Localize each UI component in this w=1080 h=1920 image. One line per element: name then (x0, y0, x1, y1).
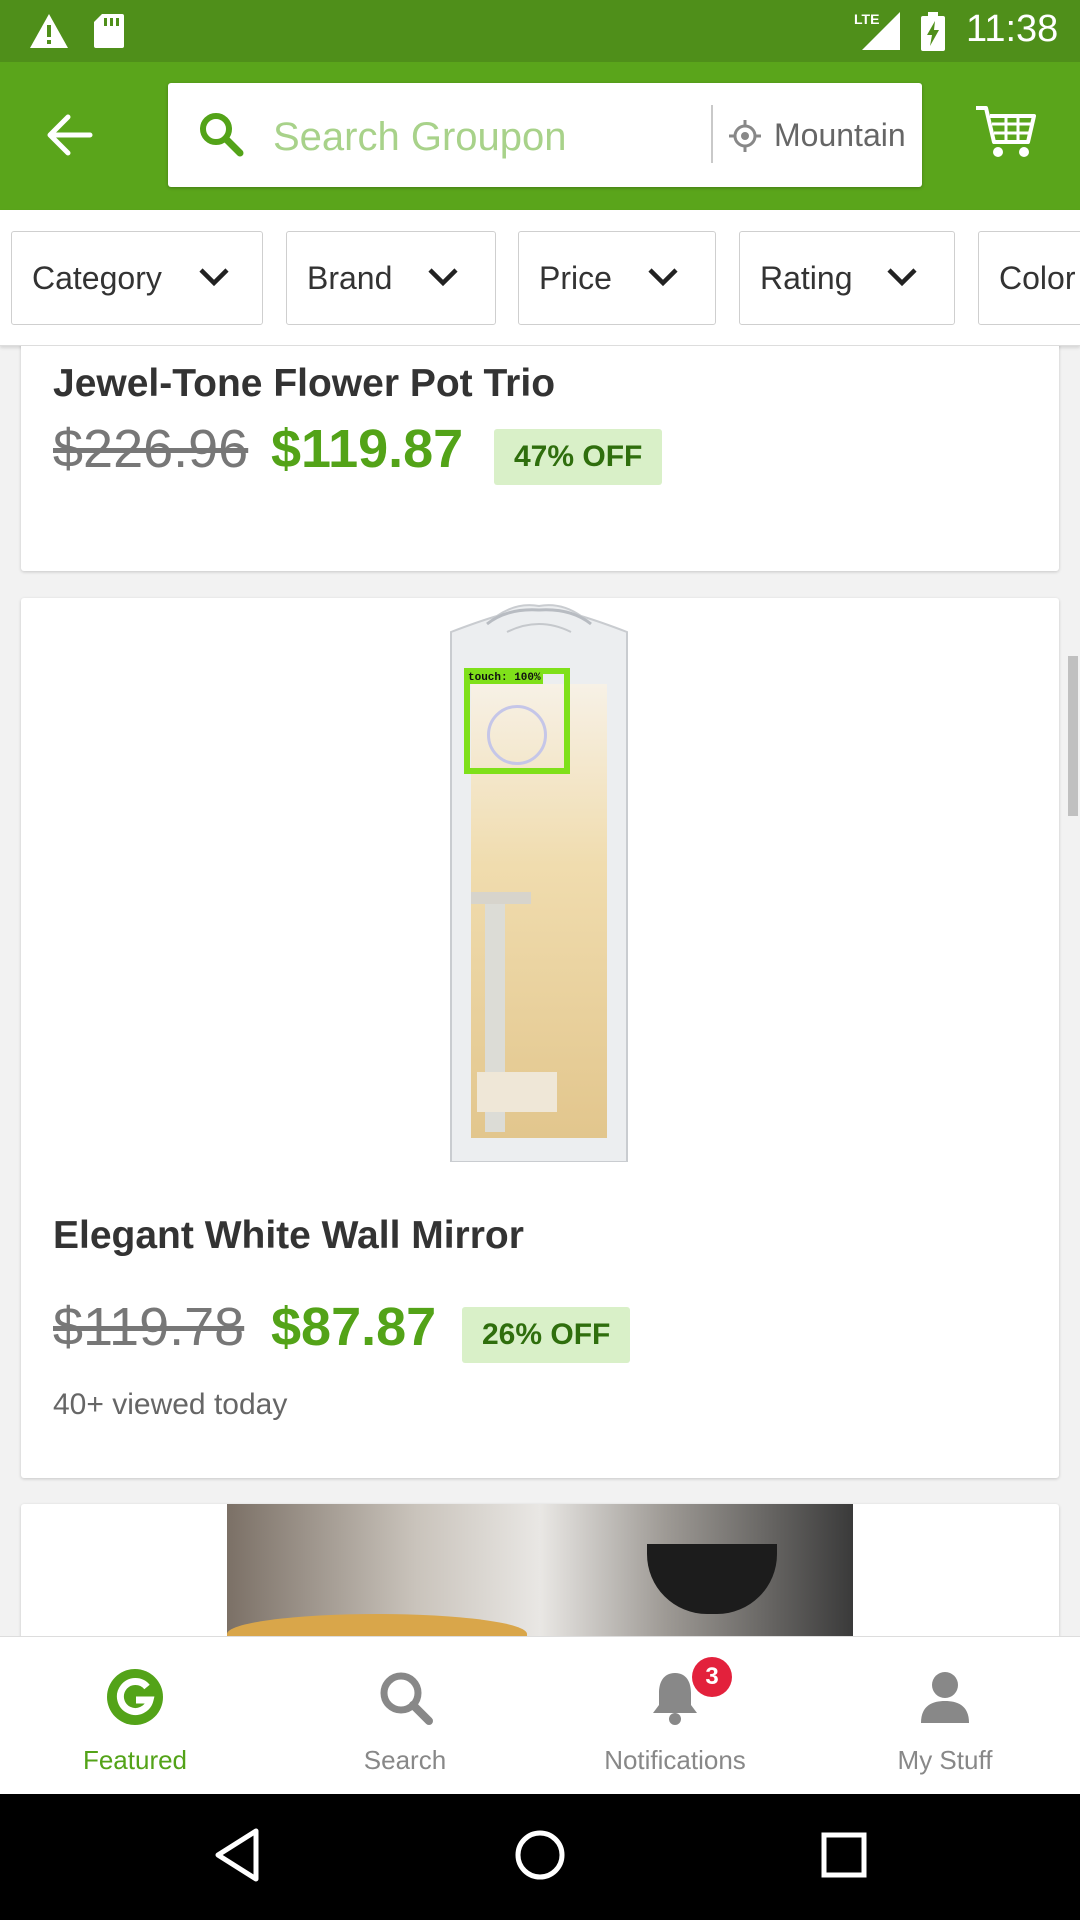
clock: 11:38 (966, 8, 1059, 50)
nav-search[interactable]: Search (270, 1637, 540, 1795)
chevron-down-icon (887, 268, 917, 287)
battery-charging-icon (921, 12, 945, 51)
discount-badge: 47% OFF (494, 429, 663, 485)
cart-icon[interactable] (974, 104, 1038, 160)
chevron-down-icon (648, 268, 678, 287)
filter-price[interactable]: Price (518, 231, 716, 325)
back-arrow-icon[interactable] (44, 112, 94, 158)
back-triangle-icon[interactable] (212, 1827, 262, 1883)
chevron-down-icon (199, 268, 229, 287)
original-price: $226.96 (53, 419, 249, 479)
scrollbar[interactable] (1068, 656, 1078, 816)
touch-circle (487, 705, 547, 765)
location-icon (729, 120, 761, 152)
deal-card[interactable] (21, 1504, 1059, 1636)
chevron-down-icon (428, 268, 458, 287)
status-bar: LTE 11:38 (0, 0, 1080, 62)
deal-title: Elegant White Wall Mirror (53, 1214, 524, 1257)
search-icon (380, 1672, 433, 1725)
discount-badge: 26% OFF (462, 1307, 631, 1363)
svg-text:LTE: LTE (854, 11, 879, 27)
sale-price: $119.87 (271, 419, 464, 479)
filter-brand[interactable]: Brand (286, 231, 496, 325)
filter-color[interactable]: Color (978, 231, 1080, 325)
system-nav-bar (0, 1794, 1080, 1920)
deal-card[interactable]: Jewel-Tone Flower Pot Trio $226.96 $119.… (21, 346, 1059, 571)
original-price: $119.78 (53, 1297, 245, 1357)
nav-my-stuff[interactable]: My Stuff (810, 1637, 1080, 1795)
recents-square-icon[interactable] (820, 1827, 868, 1883)
nav-notifications[interactable]: 3 Notifications (540, 1637, 810, 1795)
search-input[interactable]: Search Groupon (273, 115, 567, 160)
location-field[interactable]: Mountain View (774, 117, 906, 154)
person-icon (921, 1672, 969, 1723)
search-divider (711, 105, 713, 163)
app-bar: Search Groupon Mountain View (0, 62, 1080, 210)
deal-list[interactable]: Jewel-Tone Flower Pot Trio $226.96 $119.… (0, 346, 1080, 1636)
filter-bar: Category Brand Price Rating Color (0, 210, 1080, 346)
sd-card-icon (94, 14, 124, 48)
search-bar[interactable]: Search Groupon Mountain View (168, 83, 922, 187)
touch-label: touch: 100% (466, 672, 543, 684)
filter-rating[interactable]: Rating (739, 231, 955, 325)
home-circle-icon[interactable] (514, 1827, 566, 1883)
deal-card[interactable]: touch: 100% Elegant White Wall Mirror $1… (21, 598, 1059, 1478)
product-image (227, 1504, 853, 1636)
nav-featured[interactable]: Featured (0, 1637, 270, 1795)
bottom-nav: Featured Search 3 Notifications My Stuff (0, 1636, 1080, 1794)
warning-icon (30, 14, 68, 48)
filter-category[interactable]: Category (11, 231, 263, 325)
search-icon (200, 113, 244, 157)
groupon-g-icon (107, 1669, 163, 1725)
signal-lte-icon: LTE (854, 11, 900, 50)
notification-badge: 3 (692, 1657, 732, 1697)
deal-title: Jewel-Tone Flower Pot Trio (53, 362, 556, 405)
viewed-count: 40+ viewed today (53, 1388, 288, 1421)
sale-price: $87.87 (271, 1297, 437, 1357)
